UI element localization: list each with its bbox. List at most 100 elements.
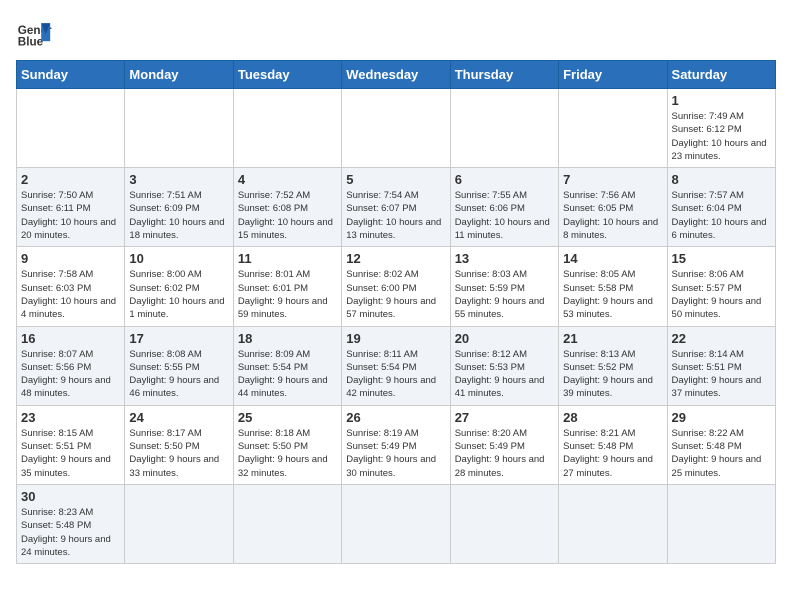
calendar-cell: 6 Sunrise: 7:55 AM Sunset: 6:06 PM Daylig… <box>450 168 558 247</box>
day-number: 22 <box>672 331 771 346</box>
calendar-week-row: 23Sunrise: 8:15 AM Sunset: 5:51 PM Dayli… <box>17 405 776 484</box>
day-number: 13 <box>455 251 554 266</box>
calendar-header-row: SundayMondayTuesdayWednesdayThursdayFrid… <box>17 61 776 89</box>
day-number: 26 <box>346 410 445 425</box>
calendar-cell: 28 Sunrise: 8:21 AM Sunset: 5:48 PM Dayli… <box>559 405 667 484</box>
day-number: 9 <box>21 251 120 266</box>
day-number: 25 <box>238 410 337 425</box>
calendar-cell: 2Sunrise: 7:50 AM Sunset: 6:11 PM Daylig… <box>17 168 125 247</box>
day-info: Sunrise: 8:01 AM Sunset: 6:01 PM Dayligh… <box>238 268 337 321</box>
day-number: 24 <box>129 410 228 425</box>
day-number: 3 <box>129 172 228 187</box>
calendar-cell: 15 Sunrise: 8:06 AM Sunset: 5:57 PM Dayli… <box>667 247 775 326</box>
day-info: Sunrise: 8:07 AM Sunset: 5:56 PM Dayligh… <box>21 348 120 401</box>
calendar-cell: 14 Sunrise: 8:05 AM Sunset: 5:58 PM Dayli… <box>559 247 667 326</box>
day-number: 21 <box>563 331 662 346</box>
logo-icon: General Blue <box>16 16 52 52</box>
calendar-cell: 27 Sunrise: 8:20 AM Sunset: 5:49 PM Dayli… <box>450 405 558 484</box>
day-info: Sunrise: 7:58 AM Sunset: 6:03 PM Dayligh… <box>21 268 120 321</box>
day-info: Sunrise: 7:50 AM Sunset: 6:11 PM Dayligh… <box>21 189 120 242</box>
calendar-cell: 1Sunrise: 7:49 AM Sunset: 6:12 PM Daylig… <box>667 89 775 168</box>
calendar-cell <box>559 89 667 168</box>
calendar-cell: 10Sunrise: 8:00 AM Sunset: 6:02 PM Dayli… <box>125 247 233 326</box>
calendar-cell: 9 Sunrise: 7:58 AM Sunset: 6:03 PM Daylig… <box>17 247 125 326</box>
day-info: Sunrise: 7:55 AM Sunset: 6:06 PM Dayligh… <box>455 189 554 242</box>
day-info: Sunrise: 8:02 AM Sunset: 6:00 PM Dayligh… <box>346 268 445 321</box>
calendar-table: SundayMondayTuesdayWednesdayThursdayFrid… <box>16 60 776 564</box>
day-info: Sunrise: 8:09 AM Sunset: 5:54 PM Dayligh… <box>238 348 337 401</box>
day-number: 15 <box>672 251 771 266</box>
calendar-cell: 21Sunrise: 8:13 AM Sunset: 5:52 PM Dayli… <box>559 326 667 405</box>
day-info: Sunrise: 8:22 AM Sunset: 5:48 PM Dayligh… <box>672 427 771 480</box>
calendar-cell <box>667 484 775 563</box>
day-info: Sunrise: 8:17 AM Sunset: 5:50 PM Dayligh… <box>129 427 228 480</box>
calendar-cell: 30Sunrise: 8:23 AM Sunset: 5:48 PM Dayli… <box>17 484 125 563</box>
day-info: Sunrise: 8:05 AM Sunset: 5:58 PM Dayligh… <box>563 268 662 321</box>
calendar-cell <box>342 484 450 563</box>
day-info: Sunrise: 7:52 AM Sunset: 6:08 PM Dayligh… <box>238 189 337 242</box>
calendar-cell: 29 Sunrise: 8:22 AM Sunset: 5:48 PM Dayli… <box>667 405 775 484</box>
calendar-cell <box>559 484 667 563</box>
calendar-week-row: 16 Sunrise: 8:07 AM Sunset: 5:56 PM Dayli… <box>17 326 776 405</box>
calendar-week-row: 9 Sunrise: 7:58 AM Sunset: 6:03 PM Daylig… <box>17 247 776 326</box>
day-number: 20 <box>455 331 554 346</box>
day-info: Sunrise: 8:19 AM Sunset: 5:49 PM Dayligh… <box>346 427 445 480</box>
calendar-cell <box>233 484 341 563</box>
calendar-week-row: 2Sunrise: 7:50 AM Sunset: 6:11 PM Daylig… <box>17 168 776 247</box>
day-info: Sunrise: 8:18 AM Sunset: 5:50 PM Dayligh… <box>238 427 337 480</box>
calendar-cell: 23Sunrise: 8:15 AM Sunset: 5:51 PM Dayli… <box>17 405 125 484</box>
day-number: 14 <box>563 251 662 266</box>
day-info: Sunrise: 8:21 AM Sunset: 5:48 PM Dayligh… <box>563 427 662 480</box>
calendar-header-thursday: Thursday <box>450 61 558 89</box>
logo: General Blue <box>16 16 52 52</box>
day-number: 1 <box>672 93 771 108</box>
day-number: 29 <box>672 410 771 425</box>
calendar-cell <box>233 89 341 168</box>
calendar-cell: 11 Sunrise: 8:01 AM Sunset: 6:01 PM Dayli… <box>233 247 341 326</box>
day-number: 16 <box>21 331 120 346</box>
calendar-cell <box>450 89 558 168</box>
calendar-cell: 7Sunrise: 7:56 AM Sunset: 6:05 PM Daylig… <box>559 168 667 247</box>
calendar-header-sunday: Sunday <box>17 61 125 89</box>
calendar-cell: 19 Sunrise: 8:11 AM Sunset: 5:54 PM Dayli… <box>342 326 450 405</box>
calendar-cell: 3 Sunrise: 7:51 AM Sunset: 6:09 PM Daylig… <box>125 168 233 247</box>
day-info: Sunrise: 8:03 AM Sunset: 5:59 PM Dayligh… <box>455 268 554 321</box>
day-number: 28 <box>563 410 662 425</box>
day-info: Sunrise: 8:15 AM Sunset: 5:51 PM Dayligh… <box>21 427 120 480</box>
calendar-week-row: 1Sunrise: 7:49 AM Sunset: 6:12 PM Daylig… <box>17 89 776 168</box>
day-info: Sunrise: 8:08 AM Sunset: 5:55 PM Dayligh… <box>129 348 228 401</box>
calendar-cell: 13 Sunrise: 8:03 AM Sunset: 5:59 PM Dayli… <box>450 247 558 326</box>
calendar-cell: 8Sunrise: 7:57 AM Sunset: 6:04 PM Daylig… <box>667 168 775 247</box>
calendar-cell: 18 Sunrise: 8:09 AM Sunset: 5:54 PM Dayli… <box>233 326 341 405</box>
svg-text:Blue: Blue <box>18 36 44 49</box>
calendar-cell <box>125 484 233 563</box>
day-info: Sunrise: 7:57 AM Sunset: 6:04 PM Dayligh… <box>672 189 771 242</box>
day-number: 19 <box>346 331 445 346</box>
calendar-cell <box>125 89 233 168</box>
day-info: Sunrise: 7:51 AM Sunset: 6:09 PM Dayligh… <box>129 189 228 242</box>
day-number: 18 <box>238 331 337 346</box>
day-number: 6 <box>455 172 554 187</box>
calendar-cell: 5 Sunrise: 7:54 AM Sunset: 6:07 PM Daylig… <box>342 168 450 247</box>
day-info: Sunrise: 7:54 AM Sunset: 6:07 PM Dayligh… <box>346 189 445 242</box>
day-number: 11 <box>238 251 337 266</box>
calendar-header-monday: Monday <box>125 61 233 89</box>
day-number: 4 <box>238 172 337 187</box>
calendar-header-wednesday: Wednesday <box>342 61 450 89</box>
day-number: 5 <box>346 172 445 187</box>
calendar-cell: 12Sunrise: 8:02 AM Sunset: 6:00 PM Dayli… <box>342 247 450 326</box>
day-info: Sunrise: 8:06 AM Sunset: 5:57 PM Dayligh… <box>672 268 771 321</box>
day-info: Sunrise: 8:14 AM Sunset: 5:51 PM Dayligh… <box>672 348 771 401</box>
calendar-cell: 4 Sunrise: 7:52 AM Sunset: 6:08 PM Daylig… <box>233 168 341 247</box>
calendar-header-tuesday: Tuesday <box>233 61 341 89</box>
day-info: Sunrise: 7:56 AM Sunset: 6:05 PM Dayligh… <box>563 189 662 242</box>
calendar-cell <box>342 89 450 168</box>
day-info: Sunrise: 8:20 AM Sunset: 5:49 PM Dayligh… <box>455 427 554 480</box>
calendar-cell: 17Sunrise: 8:08 AM Sunset: 5:55 PM Dayli… <box>125 326 233 405</box>
day-number: 27 <box>455 410 554 425</box>
calendar-cell: 20Sunrise: 8:12 AM Sunset: 5:53 PM Dayli… <box>450 326 558 405</box>
day-info: Sunrise: 8:11 AM Sunset: 5:54 PM Dayligh… <box>346 348 445 401</box>
calendar-header-saturday: Saturday <box>667 61 775 89</box>
day-number: 30 <box>21 489 120 504</box>
calendar-cell: 22 Sunrise: 8:14 AM Sunset: 5:51 PM Dayli… <box>667 326 775 405</box>
